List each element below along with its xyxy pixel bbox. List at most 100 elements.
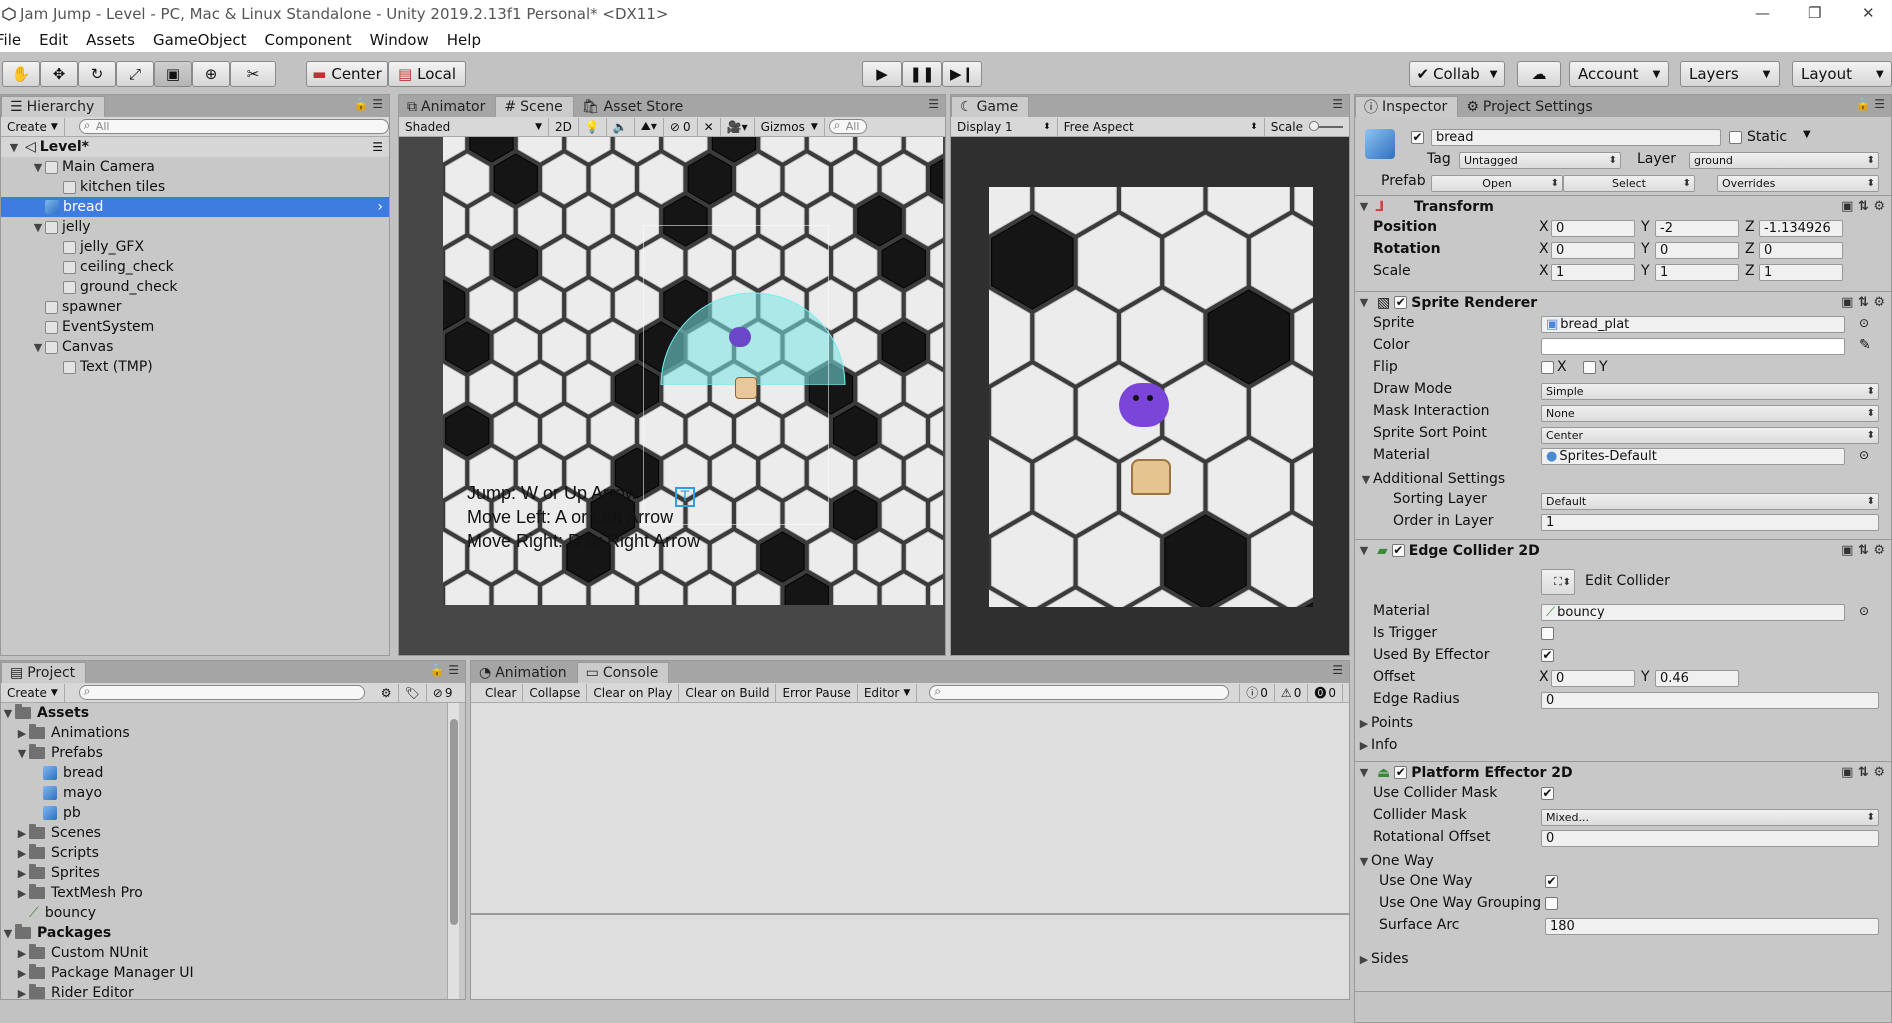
offset-y-field[interactable]: 0.46 xyxy=(1655,670,1739,687)
play-button[interactable]: ▶ xyxy=(862,61,902,87)
component-actions[interactable]: ▣ ⇅ ⚙ xyxy=(1841,543,1885,558)
surface-arc-field[interactable]: 180 xyxy=(1545,918,1879,935)
sprite-sort-point-dropdown[interactable]: Center xyxy=(1541,427,1879,444)
project-item[interactable]: ▼ Prefabs xyxy=(1,743,451,763)
editor-dropdown[interactable]: Editor ▼ xyxy=(858,683,918,702)
edit-collider-icon[interactable]: ⛶ xyxy=(1541,569,1575,595)
draw-mode-dropdown[interactable]: Simple xyxy=(1541,383,1879,400)
material-field[interactable]: ● Sprites-Default xyxy=(1541,448,1845,465)
is-trigger-checkbox[interactable] xyxy=(1541,627,1554,640)
close-button[interactable]: ✕ xyxy=(1862,4,1875,22)
lighting-icon[interactable]: 💡 xyxy=(579,117,607,136)
project-item[interactable]: ▼ Assets xyxy=(1,703,451,723)
sprite-renderer-header[interactable]: ▼ ▧ ✔ Sprite Renderer ▣ ⇅ ⚙ xyxy=(1355,291,1891,313)
object-picker-icon[interactable]: ⊙ xyxy=(1859,316,1869,330)
active-checkbox[interactable]: ✔ xyxy=(1411,131,1424,144)
edge-collider-header[interactable]: ▼ ▰ ✔ Edge Collider 2D ▣ ⇅ ⚙ xyxy=(1355,539,1891,561)
hierarchy-item[interactable]: jelly_GFX xyxy=(1,237,389,257)
hierarchy-item[interactable]: Text (TMP) xyxy=(1,357,389,377)
used-by-effector-checkbox[interactable]: ✔ xyxy=(1541,649,1554,662)
collider-mask-dropdown[interactable]: Mixed... xyxy=(1541,809,1879,826)
edge-collider-enabled-checkbox[interactable]: ✔ xyxy=(1391,544,1405,557)
move-tool-icon[interactable]: ✥ xyxy=(40,61,78,87)
hierarchy-item[interactable]: ▼ Canvas xyxy=(1,337,389,357)
position-y-field[interactable]: -2 xyxy=(1655,220,1739,237)
collapsed-triangle-icon[interactable]: ▶ xyxy=(15,827,29,840)
scene-menu-icon[interactable]: ☰ xyxy=(372,140,383,154)
hierarchy-item[interactable]: ceiling_check xyxy=(1,257,389,277)
game-viewport[interactable] xyxy=(989,187,1313,607)
scene-root-row[interactable]: ▼ ◁ Level* ☰ xyxy=(1,137,389,157)
create-dropdown[interactable]: Create ▼ xyxy=(1,117,65,136)
component-actions[interactable]: ▣ ⇅ ⚙ xyxy=(1841,295,1885,310)
object-name-field[interactable]: bread xyxy=(1431,129,1721,146)
gizmos-dropdown[interactable]: Gizmos ▼ xyxy=(755,117,825,136)
offset-x-field[interactable]: 0 xyxy=(1551,670,1635,687)
effects-icon[interactable]: ⛰▾ xyxy=(635,117,664,136)
edge-radius-field[interactable]: 0 xyxy=(1541,692,1879,709)
expand-triangle-icon[interactable]: ▼ xyxy=(1357,766,1371,779)
minimize-button[interactable]: — xyxy=(1755,4,1770,22)
menu-file[interactable]: File xyxy=(0,31,21,49)
tab-game[interactable]: ☾ Game xyxy=(951,96,1030,117)
expand-triangle-icon[interactable]: ▼ xyxy=(7,141,21,154)
prefab-select-button[interactable]: Select xyxy=(1563,175,1695,192)
flip-x-checkbox[interactable] xyxy=(1541,361,1554,374)
points-foldout[interactable]: ▶ Points xyxy=(1355,713,1891,733)
menu-edit[interactable]: Edit xyxy=(39,31,68,49)
expand-triangle-icon[interactable]: ▼ xyxy=(1,927,15,940)
collider-material-field[interactable]: ⟋ bouncy xyxy=(1541,604,1845,621)
collapsed-triangle-icon[interactable]: ▶ xyxy=(15,947,29,960)
collapsed-triangle-icon[interactable]: ▶ xyxy=(15,987,29,1000)
expand-triangle-icon[interactable]: ▼ xyxy=(31,341,45,354)
project-item[interactable]: ▶ Custom NUnit xyxy=(1,943,451,963)
hierarchy-item[interactable]: spawner xyxy=(1,297,389,317)
use-collider-mask-checkbox[interactable]: ✔ xyxy=(1541,787,1554,800)
project-scrollbar[interactable] xyxy=(447,703,459,999)
menu-help[interactable]: Help xyxy=(447,31,481,49)
menu-component[interactable]: Component xyxy=(265,31,352,49)
expand-triangle-icon[interactable]: ▼ xyxy=(1357,296,1371,309)
info-toggle[interactable]: ⓘ 0 xyxy=(1239,683,1275,702)
layers-dropdown[interactable]: Layers ▼ xyxy=(1680,61,1780,87)
expand-triangle-icon[interactable]: ▼ xyxy=(31,161,45,174)
hierarchy-item[interactable]: ground_check xyxy=(1,277,389,297)
tab-hierarchy[interactable]: ☰ Hierarchy xyxy=(1,96,106,117)
rotate-tool-icon[interactable]: ↻ xyxy=(78,61,116,87)
rotation-z-field[interactable]: 0 xyxy=(1759,242,1843,259)
tab-project-settings[interactable]: ⚙ Project Settings xyxy=(1458,96,1602,117)
collapsed-triangle-icon[interactable]: ▶ xyxy=(1357,717,1371,730)
panel-menu-icon[interactable]: 🔒 ☰ xyxy=(353,97,383,111)
audio-icon[interactable]: 🔈 xyxy=(607,117,635,136)
project-item[interactable]: mayo xyxy=(1,783,451,803)
object-picker-icon[interactable]: ⊙ xyxy=(1859,448,1869,462)
component-actions[interactable]: ▣ ⇅ ⚙ xyxy=(1841,199,1885,214)
2d-toggle[interactable]: 2D xyxy=(549,117,579,136)
tab-inspector[interactable]: ⓘ Inspector xyxy=(1355,96,1459,117)
panel-menu-icon[interactable]: ☰ xyxy=(1332,663,1343,677)
filter-label-icon[interactable]: 🏷 xyxy=(399,683,427,702)
additional-settings-foldout[interactable]: ▼ Additional Settings xyxy=(1355,469,1891,489)
project-item[interactable]: ▶ Sprites xyxy=(1,863,451,883)
maximize-button[interactable]: ❐ xyxy=(1808,4,1821,22)
tab-asset-store[interactable]: 🛍 Asset Store xyxy=(574,96,694,117)
hierarchy-item[interactable]: EventSystem xyxy=(1,317,389,337)
project-item[interactable]: pb xyxy=(1,803,451,823)
collapsed-triangle-icon[interactable]: ▶ xyxy=(15,867,29,880)
chevron-right-icon[interactable]: › xyxy=(377,199,383,215)
hierarchy-item[interactable]: ▼ Main Camera xyxy=(1,157,389,177)
color-swatch[interactable] xyxy=(1541,338,1845,355)
transform-tool-icon[interactable]: ⊕ xyxy=(192,61,230,87)
collapsed-triangle-icon[interactable]: ▶ xyxy=(1357,739,1371,752)
cloud-icon[interactable]: ☁ xyxy=(1517,61,1561,87)
hierarchy-item[interactable]: kitchen tiles xyxy=(1,177,389,197)
project-item[interactable]: ▶ Scripts xyxy=(1,843,451,863)
collapsed-triangle-icon[interactable]: ▶ xyxy=(15,847,29,860)
tools-icon[interactable]: ✕ xyxy=(698,117,721,136)
static-dropdown-icon[interactable]: ▼ xyxy=(1803,129,1811,140)
position-z-field[interactable]: -1.134926 xyxy=(1759,220,1843,237)
panel-menu-icon[interactable]: 🔒 ☰ xyxy=(1855,97,1885,111)
scale-y-field[interactable]: 1 xyxy=(1655,264,1739,281)
sprite-field[interactable]: ▣ bread_plat xyxy=(1541,316,1845,333)
pivot-local-button[interactable]: ▤ Local xyxy=(388,61,466,87)
